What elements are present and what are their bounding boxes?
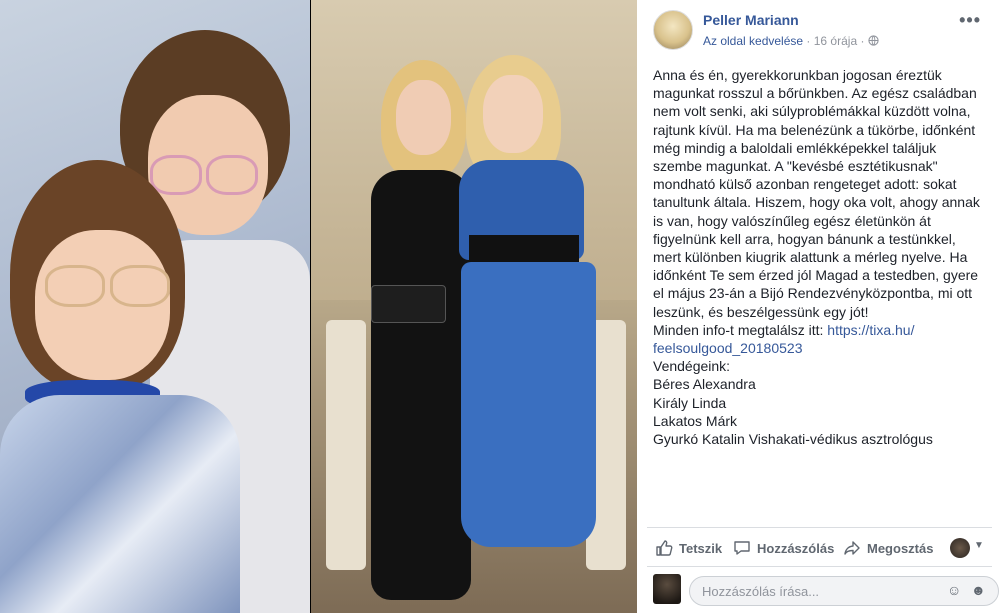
comment-label: Hozzászólás <box>757 540 835 556</box>
globe-icon <box>868 35 879 46</box>
more-options-button[interactable]: ••• <box>959 10 981 31</box>
body-line: tanultunk általa. Hiszem, hogy oka volt,… <box>653 194 980 211</box>
author-name[interactable]: Peller Mariann <box>703 12 799 28</box>
reactor-avatar[interactable] <box>950 538 970 558</box>
post-photo[interactable] <box>0 0 637 613</box>
meta-separator: · <box>860 34 865 48</box>
comment-button[interactable]: Hozzászólás <box>733 539 834 557</box>
meta-separator: · <box>806 34 811 48</box>
guests-title: Vendégeink: <box>653 358 731 375</box>
body-line: rajtunk kívül. Ha ma belenézünk a tükörb… <box>653 121 976 138</box>
body-line: Anna és én, gyerekkorunkban jogosan érez… <box>653 67 942 83</box>
body-line: el május 23-án a Bijó Rendezvényközpontb… <box>653 285 973 302</box>
share-button[interactable]: Megosztás <box>843 539 933 557</box>
comment-row: Hozzászólás írása... ☺ ☻ <box>653 574 999 606</box>
emoji-icon[interactable]: ☺ <box>947 582 961 598</box>
body-line: magunkat rosszul a bőrünkben. Az egész c… <box>653 85 977 102</box>
body-line: is van, hogy valószínűleg egész életünkö… <box>653 212 931 229</box>
photo-childhood <box>0 0 310 613</box>
commenter-avatar <box>653 574 681 604</box>
comment-icon <box>734 541 750 555</box>
like-label: Tetszik <box>679 540 723 556</box>
body-line: mondható külső azonban rengeteget adott:… <box>653 176 957 193</box>
post-panel: Peller Mariann Az oldal kedvelése · 16 ó… <box>637 0 999 613</box>
post-meta: Az oldal kedvelése · 16 órája · <box>703 34 879 48</box>
action-bar: Tetszik Hozzászólás Megosztás ▼ <box>647 527 992 567</box>
caret-down-icon[interactable]: ▼ <box>974 540 984 551</box>
event-link[interactable]: https://tixa.hu/ <box>827 322 914 338</box>
post-time[interactable]: 16 órája <box>814 34 857 48</box>
post-body: Anna és én, gyerekkorunkban jogosan érez… <box>653 66 988 448</box>
guest-item: Gyurkó Katalin Vishakati-védikus asztrol… <box>653 431 933 448</box>
body-line: még mindig a baloldali emlékképekkel tal… <box>653 139 937 156</box>
body-line: nem volt senki, aki súlyproblémákkal küz… <box>653 103 971 120</box>
body-line: szembe magunkat. A "kevésbé esztétikusna… <box>653 158 938 175</box>
body-line: figyelnünk kell arra, hogyan bánunk a te… <box>653 230 956 247</box>
body-line: időnként Te sem érzed jól Magad a tested… <box>653 267 979 284</box>
body-line: leszünk, és beszélgessünk egy jót! <box>653 303 869 320</box>
guest-item: Lakatos Márk <box>653 412 738 429</box>
info-prefix: Minden info-t megtalálsz itt: <box>653 321 828 338</box>
share-icon <box>844 541 860 555</box>
photo-adult <box>311 0 637 613</box>
like-page-link[interactable]: Az oldal kedvelése <box>703 34 803 48</box>
event-link-cont[interactable]: feelsoulgood_20180523 <box>653 340 802 356</box>
guest-item: Király Linda <box>653 394 727 411</box>
guest-item: Béres Alexandra <box>653 376 756 393</box>
sticker-icon[interactable]: ☻ <box>971 582 986 598</box>
like-icon <box>656 540 673 556</box>
share-label: Megosztás <box>867 540 934 556</box>
author-avatar[interactable] <box>653 10 693 50</box>
like-button[interactable]: Tetszik <box>655 539 722 557</box>
body-line: mert különben kiugrik alattunk a mérleg … <box>653 249 968 266</box>
post-header: Peller Mariann Az oldal kedvelése · 16 ó… <box>637 0 999 60</box>
